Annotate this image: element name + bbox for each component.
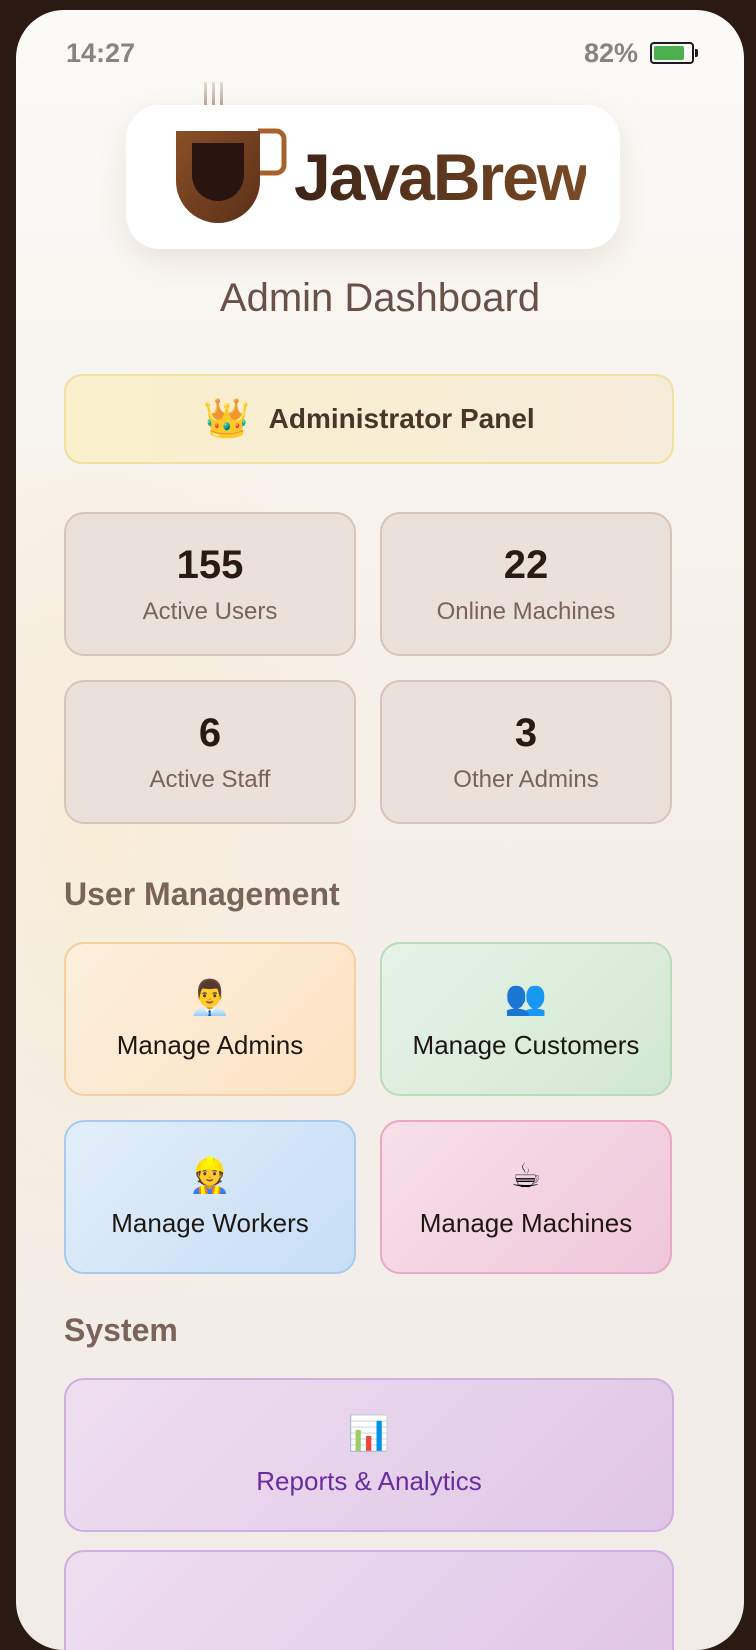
tile-label: Manage Customers (412, 1029, 640, 1060)
manage-customers-button[interactable]: 👥 Manage Customers (380, 942, 672, 1096)
brand-name: JavaBrew (294, 140, 588, 214)
page-title: Admin Dashboard (219, 276, 541, 320)
stat-value: 155 (176, 542, 244, 587)
stat-label: Online Machines (436, 597, 616, 625)
logo-card: JavaBrew (126, 105, 620, 249)
section-title-system: System (64, 1312, 178, 1348)
status-time: 14:27 (66, 37, 136, 68)
manage-machines-button[interactable]: ☕ Manage Machines (380, 1120, 672, 1274)
user-management-grid: 👨‍💼 Manage Admins 👥 Manage Customers 👷 M… (64, 942, 672, 1274)
phone-screen: 14:27 82% JavaBrew Admin Dashboard 👑 Adm… (16, 10, 744, 1650)
bar-chart-icon: 📊 (347, 1414, 391, 1453)
status-bar: 14:27 82% (66, 36, 698, 70)
administrator-panel-banner: 👑 Administrator Panel (64, 374, 674, 464)
coffee-cup-icon (176, 128, 287, 223)
battery-percent: 82% (583, 37, 638, 68)
reports-analytics-button[interactable]: 📊 Reports & Analytics (64, 1378, 674, 1532)
stat-label: Active Users (142, 597, 278, 625)
stat-value: 6 (198, 710, 222, 755)
stat-active-users: 155 Active Users (64, 512, 356, 656)
stat-active-staff: 6 Active Staff (64, 680, 356, 824)
stats-grid: 155 Active Users 22 Online Machines 6 Ac… (64, 512, 672, 824)
stat-value: 3 (514, 710, 538, 755)
crown-icon: 👑 (203, 398, 251, 440)
stat-label: Other Admins (453, 765, 599, 793)
battery-fill (654, 46, 684, 60)
tile-label: Reports & Analytics (256, 1465, 482, 1496)
tile-label: Manage Machines (419, 1207, 633, 1238)
office-worker-icon: 👨‍💼 (188, 978, 232, 1017)
system-card-partial[interactable] (64, 1550, 674, 1650)
stat-online-machines: 22 Online Machines (380, 512, 672, 656)
status-right: 82% (583, 37, 698, 69)
battery-icon (650, 42, 698, 64)
tile-label: Manage Workers (111, 1207, 309, 1238)
hot-beverage-icon: ☕ (510, 1156, 542, 1195)
stat-other-admins: 3 Other Admins (380, 680, 672, 824)
stat-value: 22 (503, 542, 549, 587)
manage-workers-button[interactable]: 👷 Manage Workers (64, 1120, 356, 1274)
people-icon: 👥 (504, 978, 548, 1017)
construction-worker-icon: 👷 (188, 1156, 232, 1195)
tile-label: Manage Admins (116, 1029, 304, 1060)
stat-label: Active Staff (149, 765, 271, 793)
section-title-user-management: User Management (64, 876, 340, 912)
admin-banner-label: Administrator Panel (268, 403, 535, 434)
manage-admins-button[interactable]: 👨‍💼 Manage Admins (64, 942, 356, 1096)
